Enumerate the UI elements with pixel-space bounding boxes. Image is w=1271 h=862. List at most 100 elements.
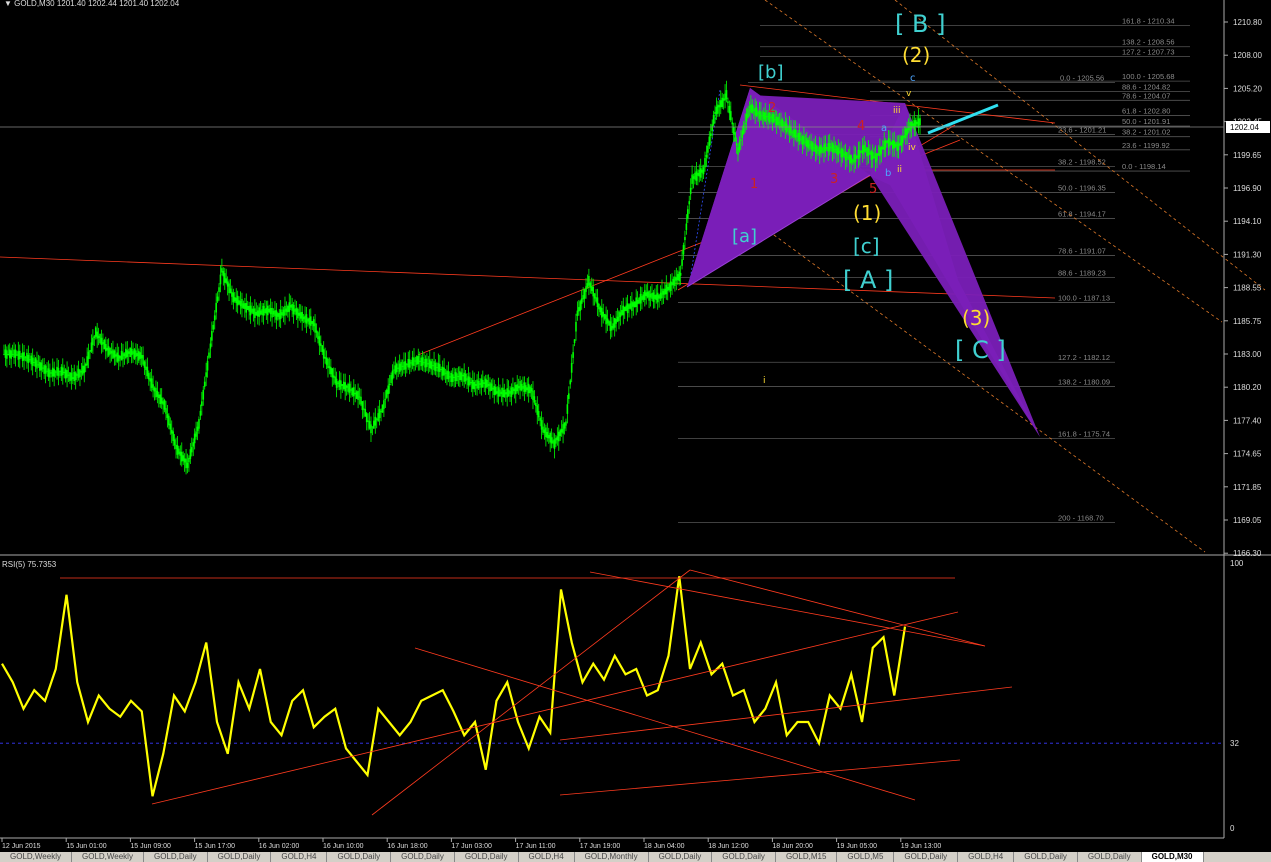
chart-tabs: GOLD,Weekly GOLD,Weekly GOLD,Daily GOLD,Dai…	[0, 852, 1271, 862]
candle-body	[430, 361, 432, 370]
chart-tab[interactable]: GOLD,Weekly	[72, 852, 144, 862]
candle-body	[576, 310, 579, 316]
candle-body	[643, 290, 646, 300]
candle-body	[443, 367, 445, 376]
chart-tab[interactable]: GOLD,Daily	[208, 852, 272, 862]
candle-body	[811, 142, 814, 152]
chart-tab[interactable]: GOLD,H4	[271, 852, 328, 862]
candle-body	[365, 413, 368, 423]
candle-body	[309, 316, 312, 326]
wave-label-a_sq: [a]	[732, 226, 757, 247]
chart-tab[interactable]: GOLD,M15	[776, 852, 838, 862]
candle-body	[279, 309, 282, 319]
candle-body	[79, 369, 81, 377]
candle-body	[816, 145, 818, 154]
fib-level-label: 100.0 - 1205.68	[1122, 72, 1175, 81]
candle-body	[580, 298, 583, 304]
candle-body	[688, 201, 691, 205]
candle-body	[31, 357, 34, 366]
candle-body	[536, 405, 539, 415]
candle-body	[870, 150, 873, 160]
chart-tab[interactable]: GOLD,Daily	[1078, 852, 1142, 862]
candle-body	[120, 350, 123, 361]
candle-body	[13, 349, 15, 358]
candle-body	[72, 377, 74, 379]
candle-body	[63, 371, 66, 374]
candle-body	[347, 384, 349, 392]
candle-body	[694, 172, 696, 180]
candle-body	[672, 278, 675, 286]
candle-body	[622, 305, 625, 316]
candle-body	[867, 148, 870, 156]
candle-body	[697, 172, 699, 176]
chart-tab[interactable]: GOLD,M30	[1141, 852, 1204, 862]
candle-body	[337, 382, 339, 385]
chart-tab[interactable]: GOLD,Daily	[391, 852, 455, 862]
candle-body	[593, 293, 596, 299]
candle-body	[854, 154, 857, 163]
chart-tab[interactable]: GOLD,Daily	[1014, 852, 1078, 862]
candle-body	[17, 351, 20, 360]
wave-label-c_sq: [c]	[853, 234, 880, 258]
candle-body	[185, 458, 187, 469]
candle-body	[363, 408, 365, 410]
candle-body	[808, 144, 811, 146]
chart-tab[interactable]: GOLD,H4	[958, 852, 1015, 862]
chart-tab[interactable]: GOLD,H4	[519, 852, 575, 862]
candle-body	[241, 298, 243, 309]
chart-tab[interactable]: GOLD,M5	[837, 852, 895, 862]
fib-level-label: 100.0 - 1187.13	[1058, 293, 1110, 302]
candle-body	[202, 389, 205, 400]
candle-body	[738, 141, 741, 151]
price-tick-label: 1210.80	[1233, 18, 1262, 27]
fib-level-label: 88.6 - 1189.23	[1058, 268, 1106, 277]
candle-body	[383, 400, 385, 409]
candle-body	[168, 415, 170, 426]
candle-body	[778, 121, 781, 123]
candle-body	[588, 275, 590, 286]
candle-body	[308, 317, 311, 325]
chart-tab[interactable]: GOLD,Daily	[894, 852, 959, 862]
candle-body	[497, 387, 500, 397]
current-price-label: 1202.04	[1230, 123, 1259, 132]
candle-body	[125, 348, 127, 359]
candle-body	[332, 375, 335, 378]
candle-body	[479, 383, 481, 385]
candle-body	[436, 367, 438, 369]
candle-body	[863, 144, 865, 153]
candle-body	[731, 122, 734, 125]
candle-body	[613, 318, 616, 328]
candle-body	[899, 142, 901, 146]
candle-body	[36, 360, 38, 369]
time-tick-label: 12 Jun 2015	[2, 843, 41, 850]
candle-body	[821, 148, 824, 150]
candle-body	[460, 372, 463, 381]
wave-label-s_b: b	[885, 168, 891, 179]
chart-tab[interactable]: GOLD,Daily	[649, 852, 713, 862]
candle-body	[914, 120, 917, 127]
candle-body	[502, 387, 504, 398]
time-tick-label: 18 Jun 12:00	[708, 843, 749, 850]
candle-body	[292, 304, 295, 315]
rsi-tick-label: 0	[1230, 824, 1235, 833]
candle-body	[23, 352, 25, 361]
candle-body	[519, 381, 521, 391]
candle-body	[724, 93, 726, 101]
time-tick-label: 19 Jun 13:00	[901, 843, 942, 850]
chart-tab[interactable]: GOLD,Daily	[455, 852, 519, 862]
candle-body	[394, 365, 397, 374]
chart-tab[interactable]: GOLD,Monthly	[575, 852, 649, 862]
chart-tab[interactable]: GOLD,Weekly	[0, 852, 72, 862]
chart-tab[interactable]: GOLD,Daily	[712, 852, 776, 862]
chart-tab[interactable]: GOLD,Daily	[327, 852, 392, 862]
candle-body	[770, 116, 772, 119]
candle-body	[444, 372, 447, 374]
candle-body	[817, 149, 820, 151]
candle-body	[467, 376, 470, 386]
candle-body	[790, 127, 792, 136]
chart-tab[interactable]: GOLD,Daily	[144, 852, 208, 862]
candle-body	[758, 111, 761, 119]
candle-body	[877, 153, 880, 156]
candle-body	[170, 429, 173, 434]
candle-body	[599, 307, 602, 313]
